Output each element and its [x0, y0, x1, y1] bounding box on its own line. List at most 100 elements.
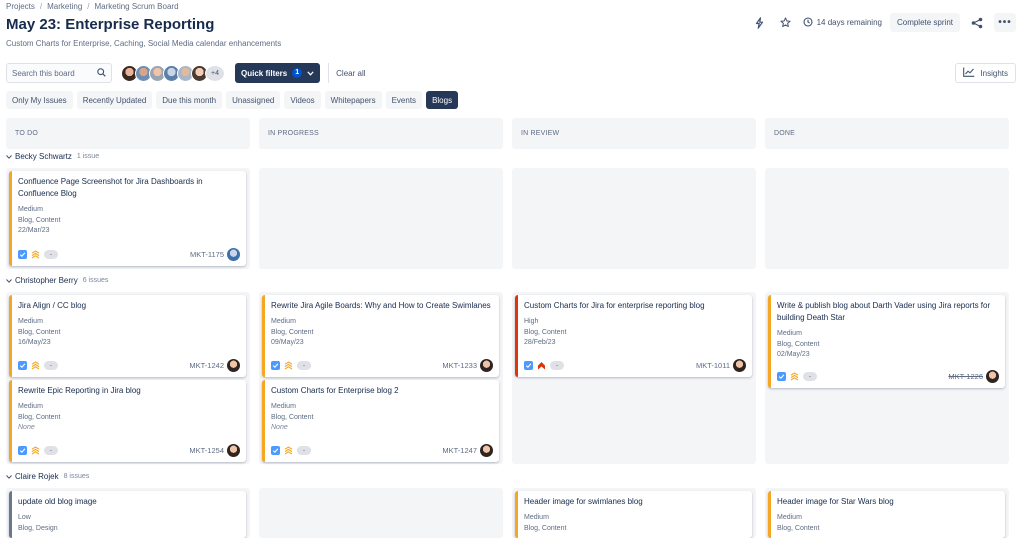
divider	[328, 63, 330, 83]
card-priority: Medium	[18, 318, 43, 325]
card-labels: Blog, Content	[271, 328, 314, 336]
filter-bar: +4 Quick filters 1 Clear all Insights	[6, 63, 1016, 83]
issue-card[interactable]: Custom Charts for Jira for enterprise re…	[515, 295, 752, 377]
estimate-pill: -	[44, 250, 58, 259]
chip-blogs[interactable]: Blogs	[426, 91, 459, 109]
issue-key[interactable]: MKT-1254	[189, 446, 224, 455]
estimate-pill: -	[44, 446, 58, 455]
chip-whitepapers[interactable]: Whitepapers	[324, 91, 382, 109]
card-date: 28/Feb/23	[524, 339, 556, 346]
priority-medium-icon	[31, 250, 40, 259]
card-date: 22/Mar/23	[18, 227, 50, 234]
task-type-icon	[524, 361, 533, 370]
breadcrumb-projects[interactable]: Projects	[6, 2, 35, 11]
card-title: Header image for Star Wars blog	[777, 497, 894, 506]
assignee-avatar[interactable]	[227, 248, 240, 261]
assignee-avatar[interactable]	[227, 444, 240, 457]
complete-sprint-button[interactable]: Complete sprint	[889, 13, 960, 32]
issue-card[interactable]: Confluence Page Screenshot for Jira Dash…	[9, 171, 246, 266]
card-priority: Medium	[777, 330, 802, 337]
card-priority: Low	[18, 514, 31, 521]
issue-card[interactable]: Write & publish blog about Darth Vader u…	[768, 295, 1005, 388]
search-box	[6, 63, 112, 83]
chip-unassigned[interactable]: Unassigned	[226, 91, 281, 109]
card-title: Custom Charts for Enterprise blog 2	[271, 386, 399, 395]
star-icon[interactable]	[777, 14, 795, 32]
assignee-avatar[interactable]	[480, 444, 493, 457]
issue-key[interactable]: MKT-1247	[442, 446, 477, 455]
issue-card[interactable]: Header image for Star Wars blog Medium B…	[768, 491, 1005, 538]
chevron-down-icon[interactable]	[6, 152, 12, 161]
column-header-in-review: IN REVIEW	[512, 118, 756, 149]
quick-filters-count-badge: 1	[292, 68, 303, 78]
issue-card[interactable]: Rewrite Jira Agile Boards: Why and How t…	[262, 295, 499, 377]
swimlane-header[interactable]: Becky Schwartz 1 issue	[6, 152, 99, 161]
task-type-icon	[777, 372, 786, 381]
lane-cell	[765, 168, 1009, 269]
issue-card[interactable]: Custom Charts for Enterprise blog 2 Medi…	[262, 380, 499, 462]
card-priority: High	[524, 318, 539, 325]
card-labels: Blog, Design	[18, 524, 58, 532]
time-remaining: 14 days remaining	[803, 16, 882, 29]
column-header-done: DONE	[765, 118, 1009, 149]
quick-filters-label: Quick filters	[241, 68, 288, 78]
assignee-avatar[interactable]	[227, 359, 240, 372]
card-title: update old blog image	[18, 497, 97, 506]
sprint-goal: Custom Charts for Enterprise, Caching, S…	[6, 39, 282, 48]
time-remaining-text: 14 days remaining	[816, 18, 882, 27]
issue-key[interactable]: MKT-1011	[696, 361, 730, 370]
chevron-down-icon[interactable]	[6, 276, 12, 285]
issue-key[interactable]: MKT-1242	[189, 361, 224, 370]
chevron-down-icon[interactable]	[6, 472, 12, 481]
task-type-icon	[18, 361, 27, 370]
issue-card[interactable]: Rewrite Epic Reporting in Jira blog Medi…	[9, 380, 246, 462]
clear-all-button[interactable]: Clear all	[336, 69, 365, 78]
chevron-down-icon	[307, 69, 314, 78]
estimate-pill: -	[297, 361, 311, 370]
card-labels: Blog, Content	[524, 524, 567, 532]
swimlane-name: Claire Rojek	[15, 472, 59, 481]
issue-key[interactable]: MKT-1175	[190, 250, 224, 259]
card-labels: Blog, Content	[777, 524, 820, 532]
chart-icon	[963, 67, 975, 79]
swimlane-header[interactable]: Claire Rojek 8 issues	[6, 472, 89, 481]
chip-only-my-issues[interactable]: Only My Issues	[6, 91, 73, 109]
swimlane-header[interactable]: Christopher Berry 6 issues	[6, 276, 108, 285]
issue-key[interactable]: MKT-1226	[948, 372, 983, 381]
search-icon[interactable]	[97, 67, 106, 79]
chip-events[interactable]: Events	[385, 91, 423, 109]
issue-card[interactable]: update old blog image Low Blog, Design	[9, 491, 246, 538]
issue-card[interactable]: Jira Align / CC blog Medium Blog, Conten…	[9, 295, 246, 377]
issue-card[interactable]: Header image for swimlanes blog Medium B…	[515, 491, 752, 538]
insights-button[interactable]: Insights	[955, 63, 1016, 83]
share-icon[interactable]	[968, 14, 986, 32]
priority-medium-icon	[284, 361, 293, 370]
breadcrumb-board[interactable]: Marketing Scrum Board	[95, 2, 179, 11]
breadcrumb-marketing[interactable]: Marketing	[47, 2, 82, 11]
card-labels: Blog, Content	[18, 328, 61, 336]
estimate-pill: -	[297, 446, 311, 455]
quick-filters-button[interactable]: Quick filters 1	[235, 63, 321, 83]
card-title: Custom Charts for Jira for enterprise re…	[524, 301, 705, 310]
issue-key[interactable]: MKT-1233	[442, 361, 477, 370]
breadcrumb-separator: /	[39, 2, 43, 11]
card-priority: Medium	[18, 403, 43, 410]
task-type-icon	[271, 361, 280, 370]
page-title: May 23: Enterprise Reporting	[6, 16, 215, 33]
quick-filter-chips: Only My Issues Recently Updated Due this…	[6, 91, 459, 109]
assignee-avatar[interactable]	[986, 370, 999, 383]
card-title: Confluence Page Screenshot for Jira Dash…	[18, 177, 203, 198]
assignee-avatar[interactable]	[480, 359, 493, 372]
card-labels: Blog, Content	[777, 340, 820, 348]
estimate-pill: -	[550, 361, 564, 370]
assignee-avatar[interactable]	[733, 359, 746, 372]
card-labels: Blog, Content	[524, 328, 567, 336]
chip-recently-updated[interactable]: Recently Updated	[76, 91, 153, 109]
chip-due-this-month[interactable]: Due this month	[156, 91, 223, 109]
lightning-icon[interactable]	[751, 14, 769, 32]
chip-videos[interactable]: Videos	[284, 91, 321, 109]
priority-medium-icon	[31, 446, 40, 455]
avatar-overflow[interactable]: +4	[205, 64, 225, 82]
search-input[interactable]	[12, 68, 92, 78]
more-icon[interactable]: •••	[994, 13, 1016, 32]
